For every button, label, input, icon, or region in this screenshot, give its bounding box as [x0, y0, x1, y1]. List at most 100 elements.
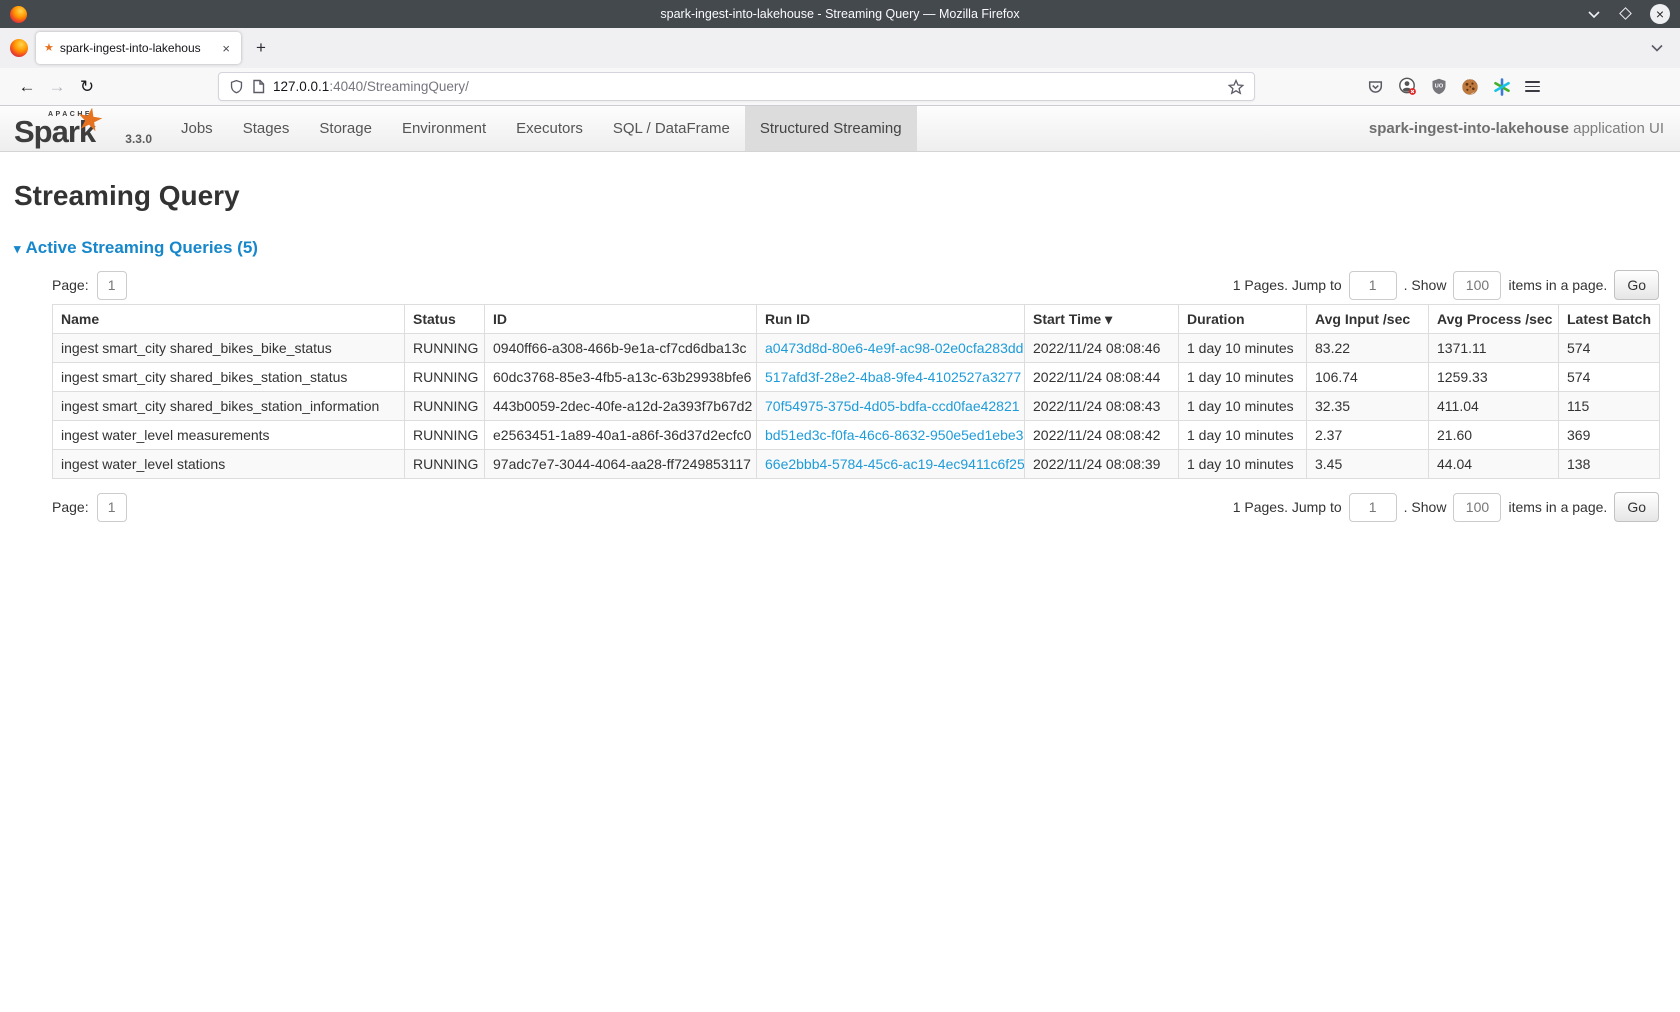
run-id-link[interactable]: bd51ed3c-f0fa-46c6-8632-950e5ed1ebe3 — [765, 427, 1023, 443]
pages-summary: 1 Pages. Jump to — [1233, 277, 1342, 293]
nav-item-stages[interactable]: Stages — [228, 106, 305, 151]
go-button[interactable]: Go — [1614, 270, 1659, 300]
window-titlebar: spark-ingest-into-lakehouse - Streaming … — [0, 0, 1680, 28]
cell-name: ingest smart_city shared_bikes_bike_stat… — [53, 334, 405, 363]
spark-navbar: APACHE Spark ★ 3.3.0 Jobs Stages Storage… — [0, 106, 1680, 152]
application-name: spark-ingest-into-lakehouse — [1369, 120, 1569, 137]
cell-avg-input: 32.35 — [1307, 392, 1429, 421]
window-close-button[interactable]: × — [1650, 4, 1670, 24]
cell-status: RUNNING — [405, 392, 485, 421]
spark-logo[interactable]: APACHE Spark ★ 3.3.0 — [14, 106, 140, 151]
account-extension-icon[interactable] — [1398, 77, 1417, 96]
new-tab-button[interactable]: + — [247, 34, 275, 62]
cell-avg-process: 21.60 — [1429, 421, 1559, 450]
cookie-extension-icon[interactable] — [1461, 78, 1479, 96]
url-bar[interactable]: 127.0.0.1:4040/StreamingQuery/ — [218, 72, 1255, 101]
cell-duration: 1 day 10 minutes — [1179, 392, 1307, 421]
spark-star-icon: ★ — [73, 100, 107, 140]
cell-avg-process: 411.04 — [1429, 392, 1559, 421]
cell-latest-batch: 115 — [1559, 392, 1660, 421]
table-header-row: Name Status ID Run ID Start Time ▾ Durat… — [53, 305, 1660, 334]
run-id-link[interactable]: a0473d8d-80e6-4e9f-ac98-02e0cfa283dd — [765, 340, 1023, 356]
page-label: Page: — [52, 277, 89, 293]
col-header-status[interactable]: Status — [405, 305, 485, 334]
page-number-input[interactable] — [97, 493, 127, 522]
col-header-start-time[interactable]: Start Time ▾ — [1025, 305, 1179, 334]
col-header-run-id[interactable]: Run ID — [757, 305, 1025, 334]
cell-duration: 1 day 10 minutes — [1179, 334, 1307, 363]
items-per-page-input[interactable] — [1453, 493, 1501, 522]
ublock-shield-icon[interactable]: UO — [1431, 78, 1447, 95]
col-header-name[interactable]: Name — [53, 305, 405, 334]
col-header-latest-batch[interactable]: Latest Batch — [1559, 305, 1660, 334]
streaming-queries-tbody: ingest smart_city shared_bikes_bike_stat… — [53, 334, 1660, 479]
asterisk-extension-icon[interactable] — [1493, 78, 1511, 96]
streaming-queries-table: Name Status ID Run ID Start Time ▾ Durat… — [52, 304, 1660, 479]
browser-tabbar: ★ spark-ingest-into-lakehous × + — [0, 28, 1680, 68]
cell-id: 60dc3768-85e3-4fb5-a13c-63b29938bfe6 — [485, 363, 757, 392]
url-text: 127.0.0.1:4040/StreamingQuery/ — [273, 79, 469, 94]
active-queries-section-toggle[interactable]: ▾Active Streaming Queries (5) — [14, 238, 1680, 258]
menu-icon[interactable] — [1525, 78, 1540, 95]
pocket-icon[interactable] — [1367, 79, 1384, 95]
url-host: 127.0.0.1 — [273, 79, 329, 94]
window-minimize-button[interactable] — [1587, 9, 1601, 19]
list-all-tabs-button[interactable] — [1642, 43, 1672, 53]
col-header-avg-input[interactable]: Avg Input /sec — [1307, 305, 1429, 334]
table-row: ingest smart_city shared_bikes_station_s… — [53, 363, 1660, 392]
cell-avg-input: 2.37 — [1307, 421, 1429, 450]
show-label: . Show — [1404, 277, 1447, 293]
cell-duration: 1 day 10 minutes — [1179, 450, 1307, 479]
page-title: Streaming Query — [14, 180, 1680, 212]
col-header-duration[interactable]: Duration — [1179, 305, 1307, 334]
cell-start-time: 2022/11/24 08:08:46 — [1025, 334, 1179, 363]
nav-item-executors[interactable]: Executors — [501, 106, 598, 151]
items-per-page-input[interactable] — [1453, 271, 1501, 300]
cell-run-id: bd51ed3c-f0fa-46c6-8632-950e5ed1ebe3 — [757, 421, 1025, 450]
col-header-id[interactable]: ID — [485, 305, 757, 334]
nav-item-structured-streaming[interactable]: Structured Streaming — [745, 106, 917, 151]
back-button[interactable]: ← — [12, 77, 42, 97]
cell-start-time: 2022/11/24 08:08:39 — [1025, 450, 1179, 479]
run-id-link[interactable]: 517afd3f-28e2-4ba8-9fe4-4102527a3277 — [765, 369, 1021, 385]
browser-tab[interactable]: ★ spark-ingest-into-lakehous × — [36, 32, 241, 64]
tab-close-button[interactable]: × — [219, 40, 233, 57]
run-id-link[interactable]: 70f54975-375d-4d05-bdfa-ccd0fae42821 — [765, 398, 1020, 414]
run-id-link[interactable]: 66e2bbb4-5784-45c6-ac19-4ec9411c6f25 — [765, 456, 1025, 472]
cell-run-id: 66e2bbb4-5784-45c6-ac19-4ec9411c6f25 — [757, 450, 1025, 479]
cell-id: e2563451-1a89-40a1-a86f-36d37d2ecfc0 — [485, 421, 757, 450]
cell-status: RUNNING — [405, 421, 485, 450]
pagination-top: Page: 1 Pages. Jump to . Show items in a… — [52, 270, 1659, 300]
cell-run-id: a0473d8d-80e6-4e9f-ac98-02e0cfa283dd — [757, 334, 1025, 363]
forward-button[interactable]: → — [42, 77, 72, 97]
cell-start-time: 2022/11/24 08:08:42 — [1025, 421, 1179, 450]
cell-start-time: 2022/11/24 08:08:44 — [1025, 363, 1179, 392]
items-label: items in a page. — [1508, 499, 1607, 515]
reload-button[interactable]: ↻ — [72, 77, 102, 97]
jump-to-input[interactable] — [1349, 271, 1397, 300]
window-maximize-button[interactable] — [1621, 5, 1630, 23]
cell-name: ingest smart_city shared_bikes_station_i… — [53, 392, 405, 421]
firefox-view-icon[interactable] — [10, 39, 28, 57]
nav-item-jobs[interactable]: Jobs — [166, 106, 228, 151]
nav-item-sql-dataframe[interactable]: SQL / DataFrame — [598, 106, 745, 151]
tab-title: spark-ingest-into-lakehous — [60, 41, 214, 55]
cell-latest-batch: 574 — [1559, 334, 1660, 363]
spark-nav-menu: Jobs Stages Storage Environment Executor… — [166, 106, 917, 151]
page-info-icon[interactable] — [252, 79, 265, 94]
bookmark-star-icon[interactable] — [1228, 79, 1244, 95]
svg-text:UO: UO — [1435, 84, 1444, 90]
cell-name: ingest water_level measurements — [53, 421, 405, 450]
go-button[interactable]: Go — [1614, 492, 1659, 522]
jump-to-input[interactable] — [1349, 493, 1397, 522]
window-title: spark-ingest-into-lakehouse - Streaming … — [0, 7, 1680, 21]
show-label: . Show — [1404, 499, 1447, 515]
url-path: :4040/StreamingQuery/ — [329, 79, 469, 94]
page-number-input[interactable] — [97, 271, 127, 300]
col-header-avg-process[interactable]: Avg Process /sec — [1429, 305, 1559, 334]
active-queries-section: Page: 1 Pages. Jump to . Show items in a… — [52, 270, 1659, 522]
nav-item-environment[interactable]: Environment — [387, 106, 501, 151]
cell-status: RUNNING — [405, 334, 485, 363]
shield-icon[interactable] — [229, 79, 244, 95]
nav-item-storage[interactable]: Storage — [304, 106, 387, 151]
